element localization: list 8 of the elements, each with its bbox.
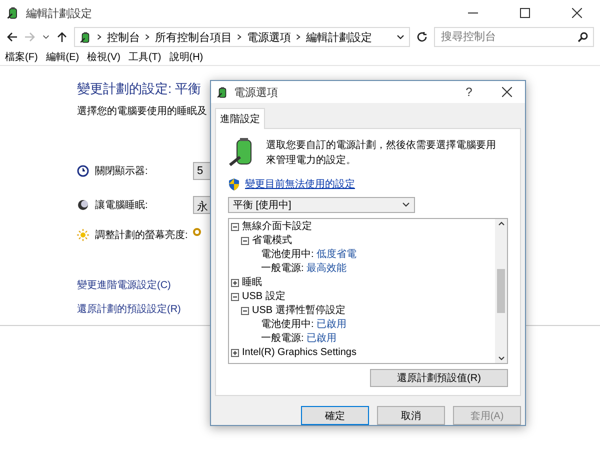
description-text: 選取您要自訂的電源計劃，然後依需要選擇電腦要用來管理電力的設定。 (266, 138, 497, 168)
page-subtitle: 選擇您的電腦要使用的睡眠及 (77, 104, 207, 118)
window-title: 編輯計劃設定 (26, 6, 92, 20)
setting-label: 關閉顯示器: (95, 164, 149, 178)
setting-label: 讓電腦睡眠: (95, 198, 149, 212)
page-title: 變更計劃的設定: 平衡 (77, 80, 202, 98)
setting-label: 調整計劃的螢幕亮度: (95, 228, 187, 242)
dialog-title: 電源選項 (234, 86, 278, 100)
